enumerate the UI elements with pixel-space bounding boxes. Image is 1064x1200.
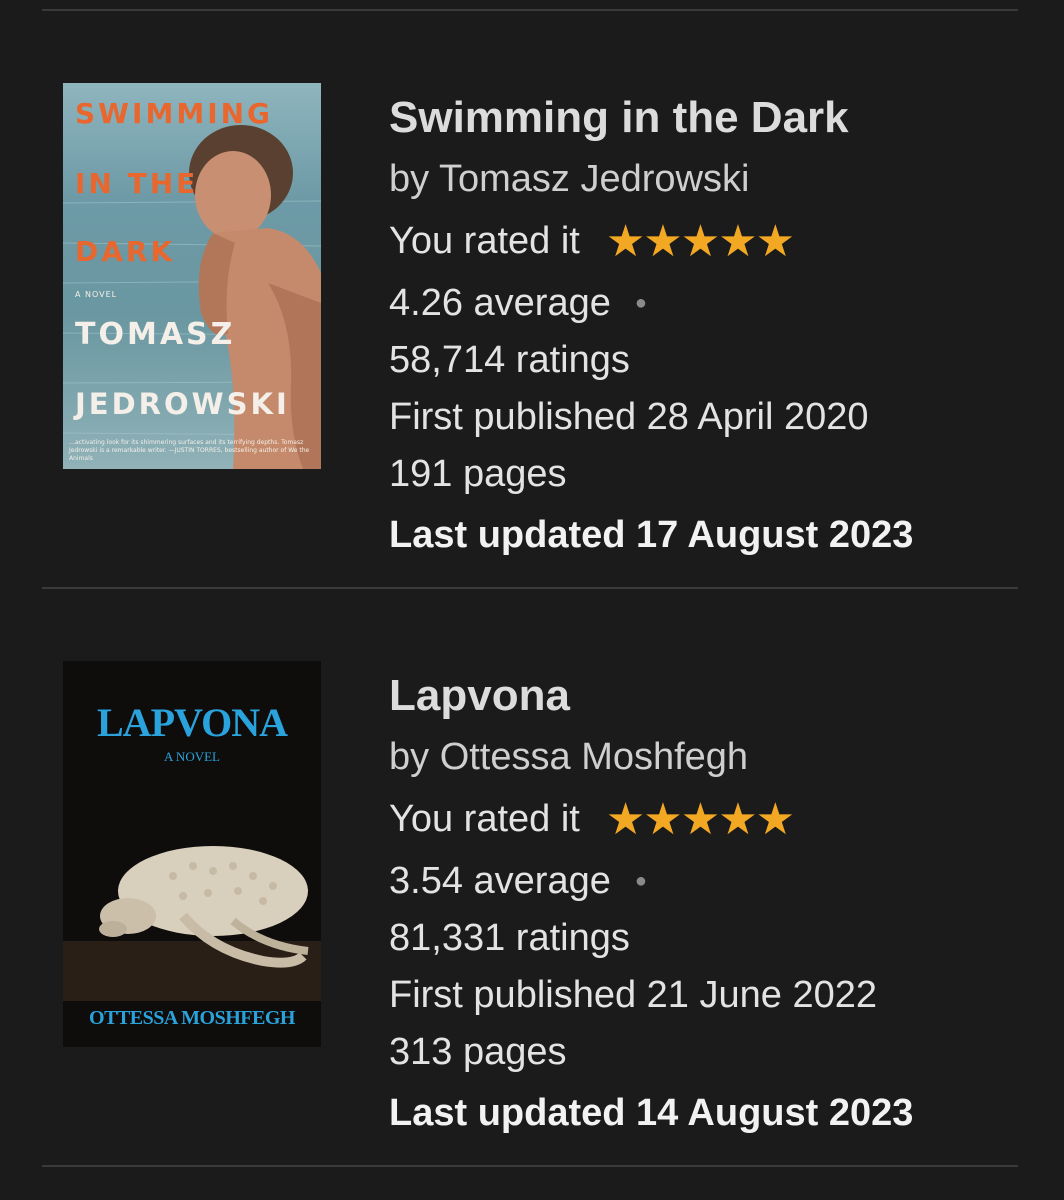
- last-updated: Last updated 14 August 2023: [389, 1092, 914, 1134]
- dot-separator-icon: ●: [634, 292, 647, 314]
- cover-tagline: A NOVEL: [164, 749, 220, 764]
- star-icon[interactable]: ★★★★★: [606, 791, 795, 848]
- cover-title: LAPVONA: [97, 700, 288, 745]
- ratings-count: 81,331 ratings: [389, 917, 630, 959]
- first-published: First published 28 April 2020: [389, 396, 869, 438]
- book-info: Lapvona by Ottessa Moshfegh You rated it…: [389, 668, 913, 1145]
- first-published: First published 21 June 2022: [389, 974, 877, 1016]
- book-list-item[interactable]: SWIMMING IN THE DARK A NOVEL TOMASZ JEDR…: [0, 0, 1064, 580]
- last-updated: Last updated 17 August 2023: [389, 514, 914, 556]
- cover-title-line: IN THE: [75, 167, 199, 200]
- average-rating-row: 4.26 average ●: [389, 275, 913, 332]
- average-rating: 3.54 average: [389, 860, 611, 902]
- cover-author: OTTESSA MOSHFEGH: [89, 1007, 295, 1029]
- item-divider: [42, 1165, 1018, 1167]
- book-author[interactable]: by Ottessa Moshfegh: [389, 729, 913, 786]
- book-cover-image[interactable]: SWIMMING IN THE DARK A NOVEL TOMASZ JEDR…: [63, 83, 321, 469]
- cover-author-line: JEDROWSKI: [75, 387, 290, 421]
- cover-author-line: TOMASZ: [75, 317, 236, 352]
- book-author[interactable]: by Tomasz Jedrowski: [389, 151, 913, 208]
- average-rating-row: 3.54 average ●: [389, 853, 913, 910]
- page-count: 313 pages: [389, 1031, 567, 1073]
- rated-label: You rated it: [389, 798, 580, 840]
- average-rating: 4.26 average: [389, 282, 611, 324]
- book-cover-image[interactable]: LAPVONA A NOVEL OTTESSA MOSHFEGH: [63, 661, 321, 1047]
- book-info: Swimming in the Dark by Tomasz Jedrowski…: [389, 90, 913, 567]
- book-list-item[interactable]: LAPVONA A NOVEL OTTESSA MOSHFEGH Lapvona…: [0, 578, 1064, 1158]
- cover-tagline: A NOVEL: [75, 290, 118, 299]
- user-rating-row: You rated it ★★★★★: [389, 213, 913, 270]
- user-rating-row: You rated it ★★★★★: [389, 791, 913, 848]
- cover-title-line: DARK: [75, 235, 176, 268]
- cover-title-line: SWIMMING: [75, 97, 274, 130]
- book-title[interactable]: Swimming in the Dark: [389, 90, 913, 146]
- book-title[interactable]: Lapvona: [389, 668, 913, 724]
- ratings-count: 58,714 ratings: [389, 339, 630, 381]
- star-icon[interactable]: ★★★★★: [606, 213, 795, 270]
- rated-label: You rated it: [389, 220, 580, 262]
- dot-separator-icon: ●: [634, 870, 647, 892]
- cover-blurb: …activating look for its shimmering surf…: [69, 439, 310, 462]
- page-count: 191 pages: [389, 453, 567, 495]
